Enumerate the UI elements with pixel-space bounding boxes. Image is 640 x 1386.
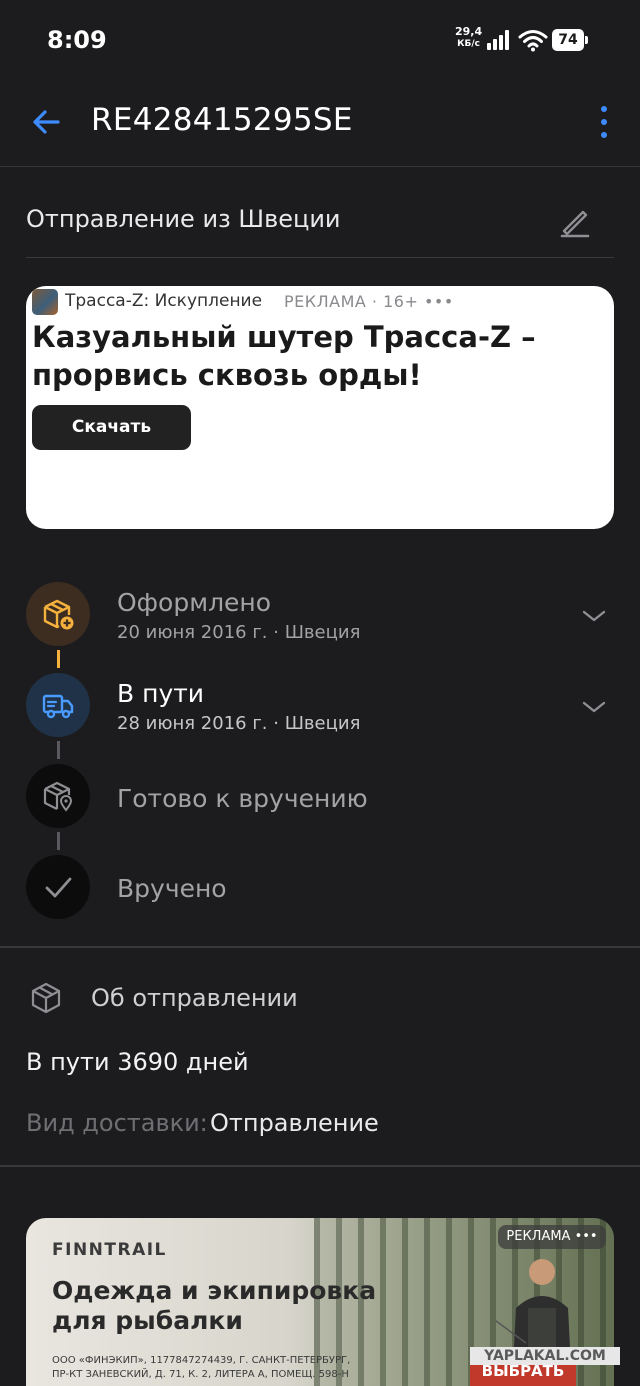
signal-icon [487, 30, 513, 50]
in-transit-duration: В пути 3690 дней [26, 1048, 249, 1076]
ad-app-name: Трасса-Z: Искупление [65, 291, 263, 311]
edit-name-button[interactable] [556, 204, 592, 240]
ad-headline: Казуальный шутер Трасса-Z – прорвись скв… [32, 320, 536, 392]
network-speed: 29,4 КБ/с [455, 26, 482, 50]
ad-legal-line: ПР-КТ ЗАНЕВСКИЙ, Д. 71, К. 2, ЛИТЕРА А, … [52, 1369, 349, 1380]
step-subtitle-registered: 20 июня 2016 г. · Швеция [117, 622, 361, 643]
ad-legal-line: ООО «ФИНЭКИП», 1177847274439, Г. САНКТ-П… [52, 1355, 351, 1366]
step-place: Швеция [284, 622, 361, 643]
section-divider [0, 1165, 640, 1167]
header-divider [0, 166, 640, 167]
step-title-registered: Оформлено [117, 588, 272, 617]
check-icon [45, 877, 72, 898]
site-watermark: YAPLAKAL.COM [470, 1347, 620, 1365]
shipment-name: Отправление из Швеции [26, 205, 341, 233]
step-title-in-transit: В пути [117, 679, 205, 708]
section-divider [26, 257, 614, 258]
expand-step-in-transit[interactable] [580, 697, 608, 717]
pencil-icon [560, 210, 590, 238]
ad-headline-line: для рыбалки [52, 1306, 243, 1335]
step-date: 20 июня 2016 г. [117, 622, 268, 643]
chevron-down-icon [582, 610, 606, 622]
step-registered-circle [26, 582, 90, 646]
status-time: 8:09 [47, 26, 107, 54]
ad-brand-logo: FINNTRAIL [52, 1240, 167, 1260]
arrow-left-icon [33, 110, 60, 134]
ad-download-button[interactable]: Скачать [32, 405, 191, 450]
about-shipment-title: Об отправлении [91, 984, 298, 1012]
step-title-ready: Готово к вручению [117, 784, 368, 813]
box-add-icon [43, 599, 74, 630]
step-connector [57, 832, 60, 850]
ad-legal-text: ООО «ФИНЭКИП», 1177847274439, Г. САНКТ-П… [52, 1354, 462, 1382]
step-ready-circle [26, 764, 90, 828]
network-speed-unit: КБ/с [457, 39, 480, 49]
step-delivered-circle [26, 855, 90, 919]
network-speed-value: 29,4 [455, 25, 483, 38]
step-place: Швеция [284, 713, 361, 734]
battery-level: 74 [552, 29, 584, 51]
delivery-type-value: Отправление [210, 1109, 379, 1137]
truck-icon [42, 694, 74, 719]
step-title-delivered: Вручено [117, 874, 227, 903]
step-subtitle-in-transit: 28 июня 2016 г. · Швеция [117, 713, 361, 734]
battery-icon: 74 [552, 29, 588, 51]
step-date: 28 июня 2016 г. [117, 713, 268, 734]
step-in-transit-circle [26, 673, 90, 737]
step-connector [57, 741, 60, 759]
step-connector [57, 650, 60, 668]
delivery-type-label: Вид доставки: [26, 1109, 208, 1137]
ad-headline-line: Одежда и экипировка [52, 1276, 377, 1305]
back-button[interactable] [28, 104, 64, 140]
chevron-down-icon [582, 701, 606, 713]
ad-label[interactable]: РЕКЛАМА · 16+ ••• [284, 292, 454, 311]
expand-step-registered[interactable] [580, 606, 608, 626]
package-icon [28, 980, 64, 1016]
tracking-number-title: RE428415295SE [91, 102, 353, 138]
more-options-button[interactable] [592, 104, 616, 140]
bottom-ad-label[interactable]: РЕКЛАМА ••• [498, 1225, 606, 1249]
ad-banner-headline: Одежда и экипировка для рыбалки [52, 1276, 376, 1336]
ad-app-icon [32, 289, 58, 315]
wifi-icon [518, 28, 548, 52]
box-location-icon [43, 781, 73, 812]
section-divider [0, 946, 640, 948]
